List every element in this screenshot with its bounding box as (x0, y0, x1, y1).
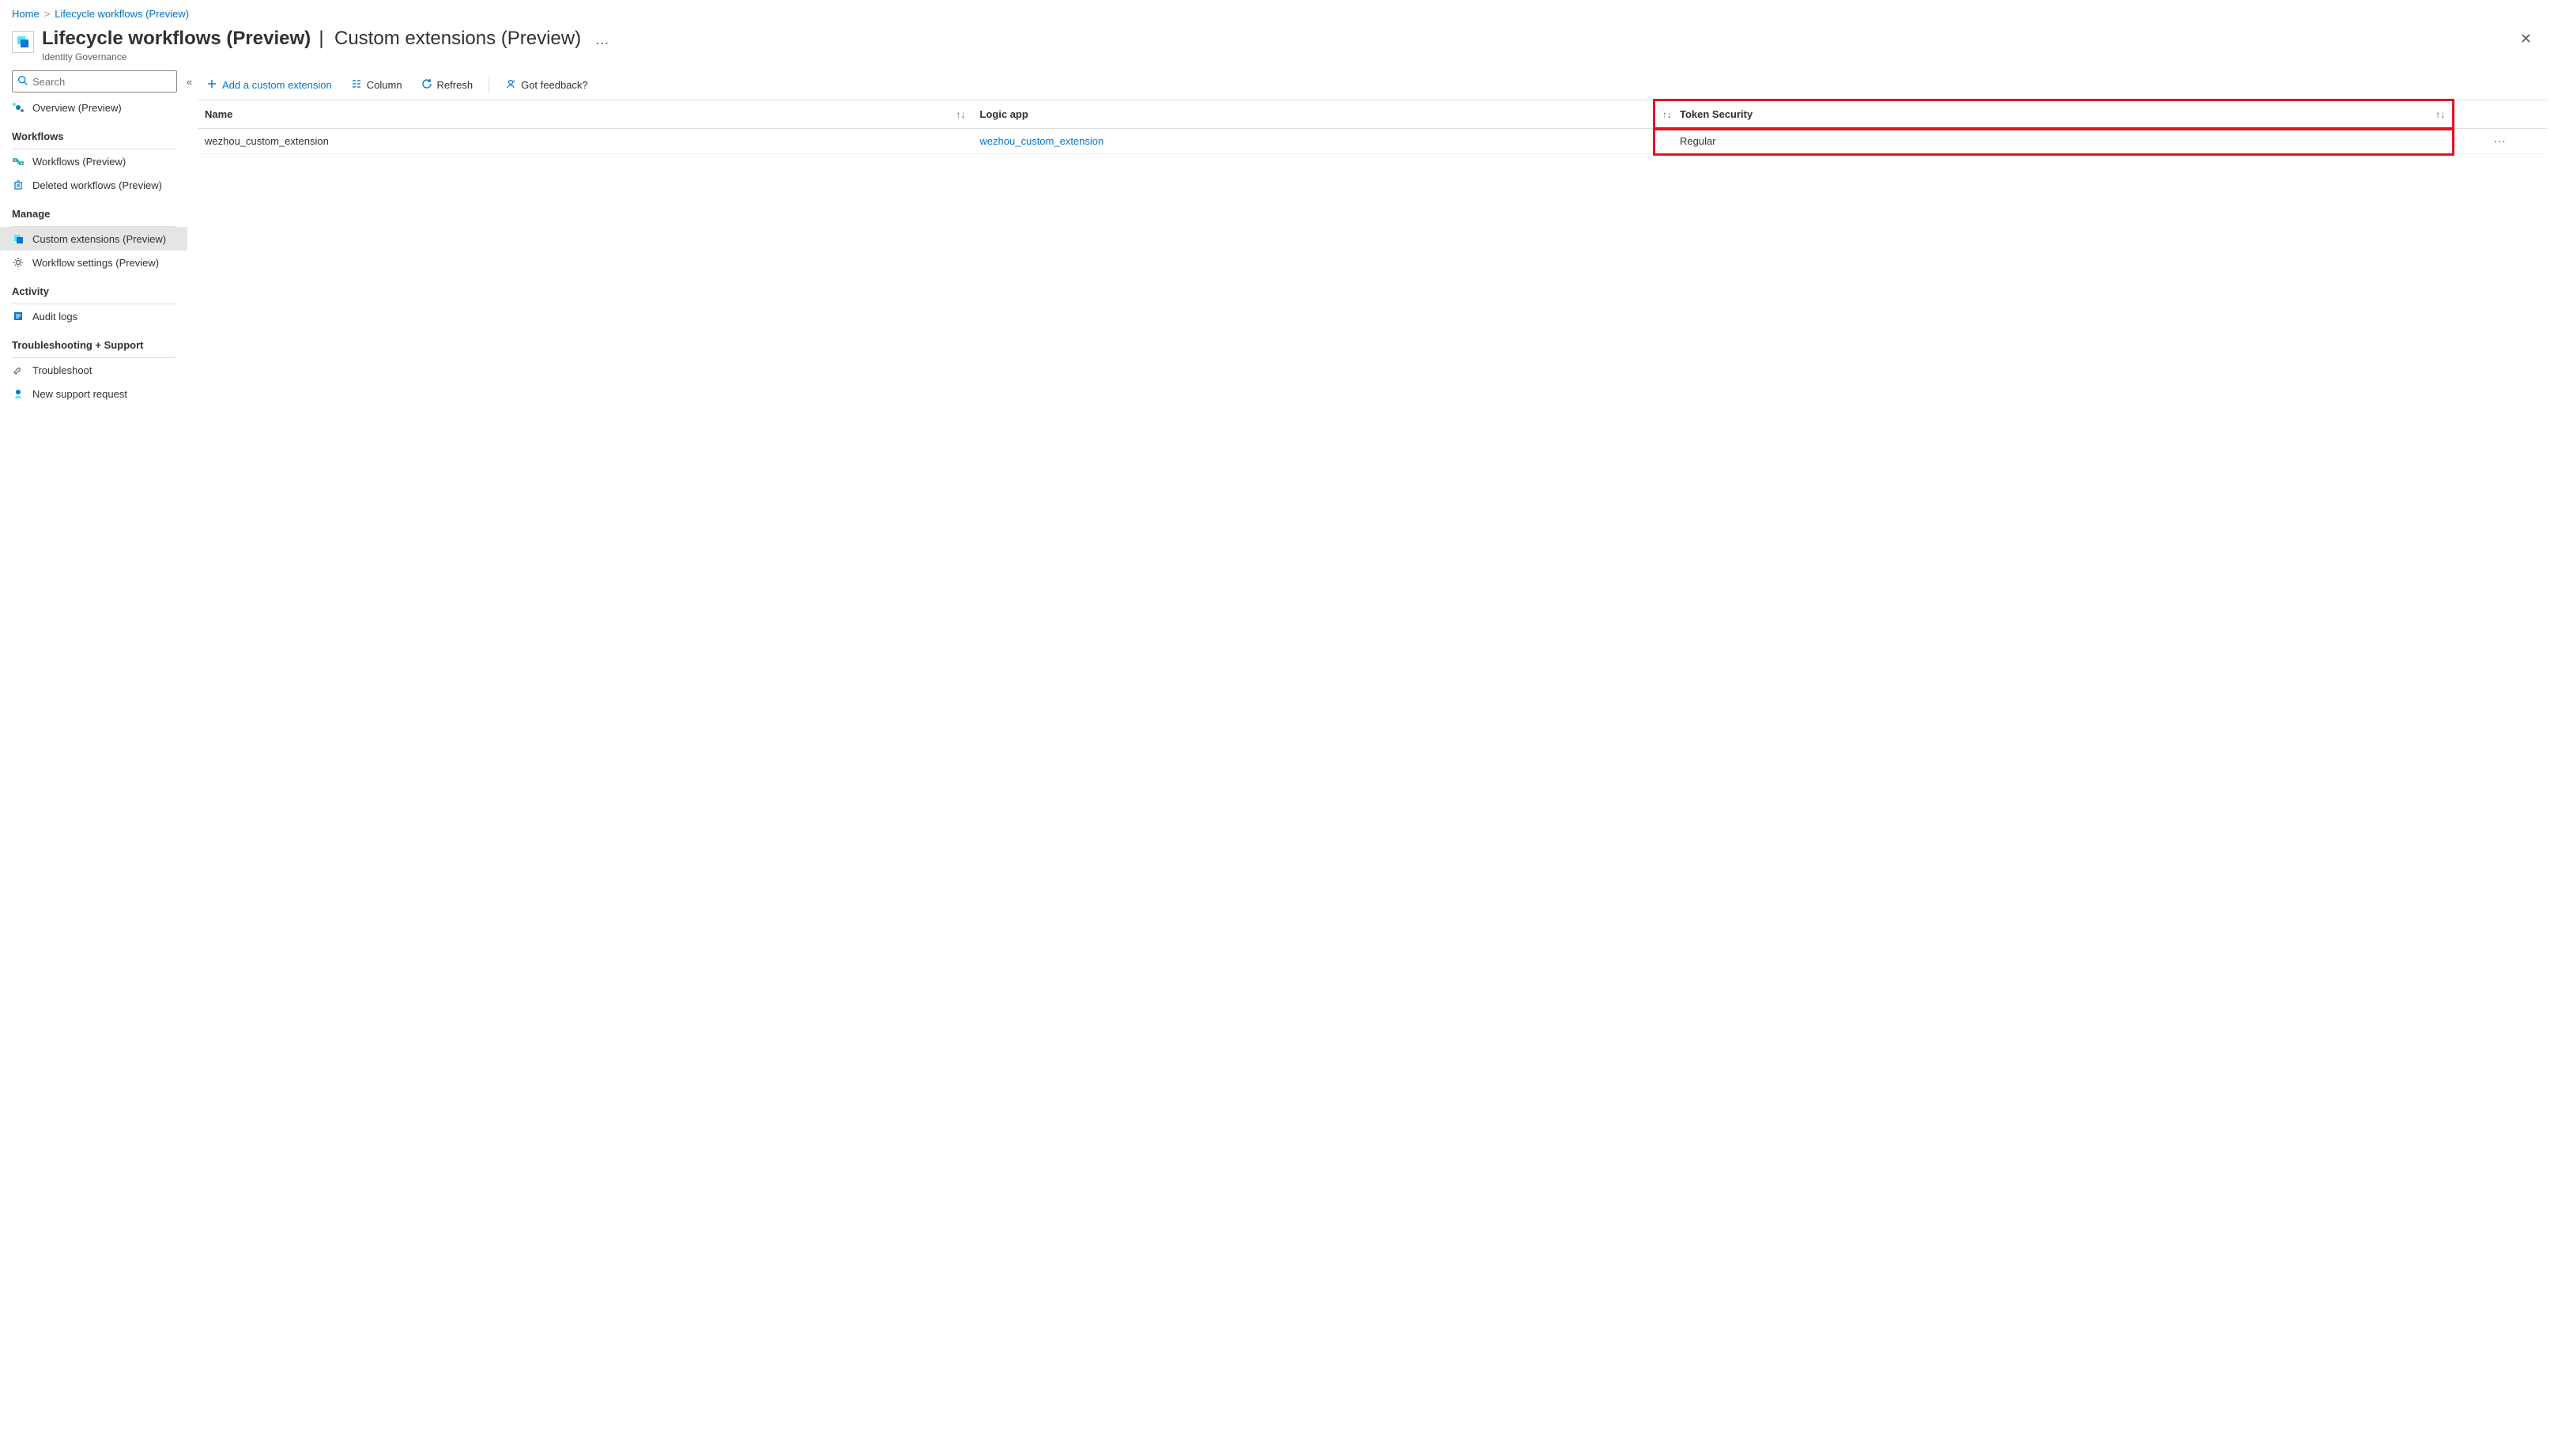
custom-extensions-table: Name ↑↓ Logic app ↑↓ Token Security ↑↓ (198, 100, 2547, 154)
support-icon (12, 387, 25, 400)
flow-icon (12, 155, 25, 168)
columns-icon (351, 78, 362, 92)
sidebar-item-label: Deleted workflows (Preview) (32, 179, 162, 191)
search-input[interactable] (32, 76, 172, 88)
breadcrumb-current[interactable]: Lifecycle workflows (Preview) (55, 8, 189, 20)
sidebar-item-label: Custom extensions (Preview) (32, 233, 166, 245)
cell-name: wezhou_custom_extension (198, 129, 973, 154)
wrench-icon (12, 364, 25, 376)
column-header-token-security[interactable]: ↑↓ Token Security ↑↓ (1654, 100, 2453, 129)
sidebar-item-label: Audit logs (32, 311, 77, 323)
close-icon[interactable]: ✕ (2512, 28, 2540, 51)
breadcrumb-separator-icon: > (44, 8, 51, 20)
overview-icon (12, 101, 25, 114)
sidebar-item-label: Troubleshoot (32, 364, 92, 376)
refresh-button[interactable]: Refresh (413, 75, 481, 95)
sidebar-item-overview[interactable]: Overview (Preview) (0, 96, 187, 119)
page-title: Lifecycle workflows (Preview) (42, 28, 311, 49)
sidebar: « Overview (Preview) Workflows Workflows… (0, 70, 187, 409)
page-header: Lifecycle workflows (Preview) | Custom e… (0, 25, 2558, 70)
feedback-icon (505, 78, 516, 92)
got-feedback-button[interactable]: Got feedback? (497, 75, 596, 95)
column-button[interactable]: Column (343, 75, 410, 95)
cell-token-security: Regular (1654, 129, 2453, 154)
sidebar-item-label: Overview (Preview) (32, 102, 122, 114)
sidebar-section-troubleshoot: Troubleshooting + Support (0, 328, 187, 356)
trash-icon (12, 179, 25, 191)
sort-icon[interactable]: ↑↓ (2435, 109, 2445, 120)
button-label: Add a custom extension (222, 79, 332, 91)
resource-icon (12, 31, 34, 53)
column-header-name[interactable]: Name ↑↓ (198, 100, 973, 129)
sidebar-item-audit-logs[interactable]: Audit logs (0, 304, 187, 328)
sort-icon[interactable]: ↑↓ (956, 109, 965, 120)
breadcrumb: Home > Lifecycle workflows (Preview) (0, 0, 2558, 25)
sidebar-item-label: Workflows (Preview) (32, 156, 126, 168)
sidebar-search[interactable] (12, 70, 177, 92)
sidebar-section-activity: Activity (0, 274, 187, 302)
sidebar-item-deleted-workflows[interactable]: Deleted workflows (Preview) (0, 173, 187, 197)
page-subview-title: Custom extensions (Preview) (334, 28, 581, 49)
main-content: Add a custom extension Column Refresh Go… (187, 70, 2558, 409)
sidebar-section-workflows: Workflows (0, 119, 187, 147)
refresh-icon (421, 78, 432, 92)
command-bar: Add a custom extension Column Refresh Go… (198, 70, 2547, 100)
breadcrumb-home[interactable]: Home (12, 8, 40, 20)
button-label: Got feedback? (521, 79, 588, 91)
sidebar-item-custom-extensions[interactable]: Custom extensions (Preview) (0, 227, 187, 251)
add-custom-extension-button[interactable]: Add a custom extension (198, 75, 340, 95)
sidebar-item-label: New support request (32, 388, 127, 400)
plus-icon (206, 78, 217, 92)
more-actions-icon[interactable]: … (595, 32, 609, 47)
log-icon (12, 310, 25, 323)
page-subtitle: Identity Governance (42, 51, 2512, 62)
sort-icon[interactable]: ↑↓ (1662, 109, 1672, 120)
column-header-actions (2453, 100, 2547, 129)
page-title-separator: | (314, 28, 334, 49)
cell-logic-app-link[interactable]: wezhou_custom_extension (979, 135, 1104, 147)
column-label: Token Security (1661, 108, 1752, 120)
sidebar-section-manage: Manage (0, 197, 187, 224)
button-label: Refresh (437, 79, 473, 91)
sidebar-item-new-support-request[interactable]: New support request (0, 382, 187, 405)
column-header-logic-app[interactable]: Logic app (973, 100, 1654, 129)
sidebar-item-workflow-settings[interactable]: Workflow settings (Preview) (0, 251, 187, 274)
table-row[interactable]: wezhou_custom_extension wezhou_custom_ex… (198, 129, 2547, 154)
column-label: Name (205, 108, 232, 120)
search-icon (17, 75, 28, 88)
table-header-row: Name ↑↓ Logic app ↑↓ Token Security ↑↓ (198, 100, 2547, 129)
row-more-actions-icon[interactable]: ··· (2453, 129, 2547, 154)
sidebar-item-troubleshoot[interactable]: Troubleshoot (0, 358, 187, 382)
gear-icon (12, 256, 25, 269)
sidebar-item-workflows[interactable]: Workflows (Preview) (0, 149, 187, 173)
column-label: Logic app (979, 108, 1028, 120)
extension-icon (12, 232, 25, 245)
button-label: Column (367, 79, 402, 91)
sidebar-item-label: Workflow settings (Preview) (32, 257, 159, 269)
